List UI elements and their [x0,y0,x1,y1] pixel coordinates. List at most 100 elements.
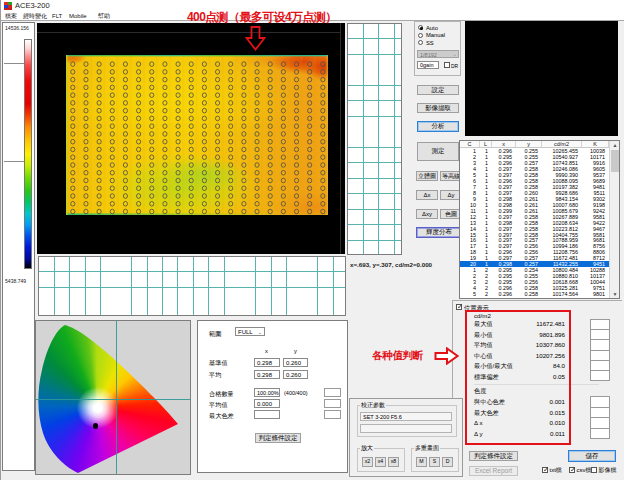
image-capture-button-label: 影像擷取 [425,105,451,112]
annotation-highlight-rectangle [465,310,571,445]
save-button-label: 儲存 [586,453,599,460]
measurement-display-area[interactable] [37,23,345,254]
luminance-analysis-button-label: 輝度分布 [426,229,452,236]
zoom-x2-button[interactable]: x2 [362,457,373,467]
excel-report-button-label: Excel Report [475,468,512,475]
settings-button[interactable]: 設定 [417,85,459,95]
pass-rate-field[interactable]: 100.00% [254,388,280,397]
menu-item-2[interactable]: FLT [52,12,62,21]
format-checkbox-0[interactable]: ✓ [542,467,548,473]
zoom-x4-button[interactable]: x4 [375,457,386,467]
scroll-down-icon[interactable]: ▼ [610,290,620,298]
multiview-M-button[interactable]: M [416,457,427,467]
settings-button-label: 設定 [432,87,445,94]
menu-item-4[interactable]: 幫助 [98,12,110,21]
mean-indicator-box [324,399,341,408]
image-capture-button[interactable]: 影像擷取 [417,103,459,113]
table-header-cell[interactable]: L [480,141,492,147]
table-header-cell[interactable]: C [460,141,480,147]
base-value-label: 基準值 [209,359,228,366]
format-checkbox-label: 影像檔 [599,467,617,474]
delta-x-button-label: Δx [423,192,430,198]
maxdiff-indicator-box [324,410,341,419]
display-frame-line [340,23,341,254]
delta-xy-button[interactable]: Δxy [416,209,438,219]
multiview-D-button[interactable]: D [442,457,453,467]
stereo-button[interactable]: 立體圖 [416,171,438,181]
base-x-value: 0.298 [257,360,272,366]
column-y-header: y [294,348,297,355]
table-header-cell[interactable]: K [582,141,609,147]
zoom-x8-button[interactable]: x8 [388,457,399,467]
app-icon [4,2,12,10]
luminance-heatmap[interactable] [66,55,328,215]
base-x-field[interactable]: 0.298 [254,358,280,367]
mode-radio-ss[interactable] [418,40,423,45]
cie-measured-point [93,423,98,429]
position-display-checkbox[interactable]: ✓ [456,304,462,310]
format-checkbox-1[interactable]: ✓ [569,467,575,473]
average-y-value: 0.260 [286,372,301,378]
scroll-up-icon[interactable]: ▲ [610,141,620,149]
mode-radio-manual[interactable] [418,33,423,38]
table-row[interactable]: 520.2960.25810174.5649801 [460,291,609,297]
judge-condition-button[interactable]: 判定條件設定 [469,451,518,461]
range-label: 範圍 [209,330,221,337]
menu-item-1[interactable]: 經時變化 [23,12,47,21]
chevron-down-icon: ⌄ [453,51,457,57]
table-scrollbar[interactable]: ▲ ▼ [609,141,619,298]
average-label: 平均 [209,371,221,378]
color-map-button-label: 色圖 [445,211,457,217]
pass-indicator-box [324,388,341,397]
luminance-analysis-button[interactable]: 輝度分布 [416,227,462,238]
measurement-table[interactable]: CLxycd/m2K 110.2960.25510265.45510038210… [459,140,620,299]
judge-indicator-box [590,370,610,381]
pass-count-label: 合格數量 [209,390,234,397]
delta-x-button[interactable]: Δx [416,190,438,200]
max-color-diff-field[interactable] [254,410,280,419]
judge-condition-button-label: 判定條件設定 [474,453,513,460]
range-select-value: FULL [238,329,253,335]
table-header-cell[interactable]: x [492,141,516,147]
annotation-points-note: 400点测（最多可设4万点测） [187,9,337,26]
column-x-header: x [265,348,268,355]
excel-report-button[interactable]: Excel Report [469,466,518,476]
range-judge-condition-button[interactable]: 判定條件設定 [255,433,301,443]
menu-item-3[interactable]: Mobile [69,12,87,21]
format-checkbox-label: csv檔 [577,467,592,474]
colorbar-gradient [24,39,32,269]
average-x-field[interactable]: 0.298 [254,370,280,379]
cursor-status-text: x=.693, y=.307, cd/m2=0.000 [350,261,432,268]
calibration-set-value: SET 3-200 F5.6 [363,414,402,420]
gain-field[interactable]: 0gain [417,61,439,69]
shutter-select[interactable]: 1/8192 ⌄ [417,50,459,58]
measure-button[interactable]: 測定 [417,142,459,161]
colorbar-tick [4,161,24,162]
cie-chromaticity-panel[interactable] [35,320,191,475]
shutter-value: 1/8192 [420,52,437,58]
menu-item-0[interactable]: 檔案 [5,12,17,21]
cie-crosshair-horizontal [36,399,191,400]
judge-indicator-box [590,428,610,440]
mode-radio-auto[interactable] [418,25,423,30]
average-x-value: 0.298 [257,372,272,378]
base-y-field[interactable]: 0.260 [283,358,308,367]
dr-checkbox[interactable] [444,62,450,68]
format-checkbox-label: txt檔 [550,467,562,474]
cie-horseshoe-white-center [36,321,191,475]
analyze-button[interactable]: 分析 [417,121,459,132]
save-button[interactable]: 儲存 [568,450,616,462]
table-header-cell[interactable]: cd/m2 [542,141,582,147]
pass-ratio-text: (400/400) [284,390,308,397]
mean-diff-field[interactable]: 0.000 [254,399,280,408]
multiview-S-button[interactable]: S [429,457,440,467]
table-header-cell[interactable]: y [516,141,542,147]
check-icon: ✓ [457,303,463,310]
delta-xy-button-label: Δxy [422,211,432,217]
range-judge-condition-button-label: 判定條件設定 [259,435,298,442]
camera-image-thumbnail[interactable] [465,21,618,136]
scrollbar-thumb[interactable] [611,150,619,172]
range-select[interactable]: FULL ⌄ [235,327,265,336]
average-y-field[interactable]: 0.260 [283,370,308,379]
format-checkbox-2[interactable] [591,467,597,473]
